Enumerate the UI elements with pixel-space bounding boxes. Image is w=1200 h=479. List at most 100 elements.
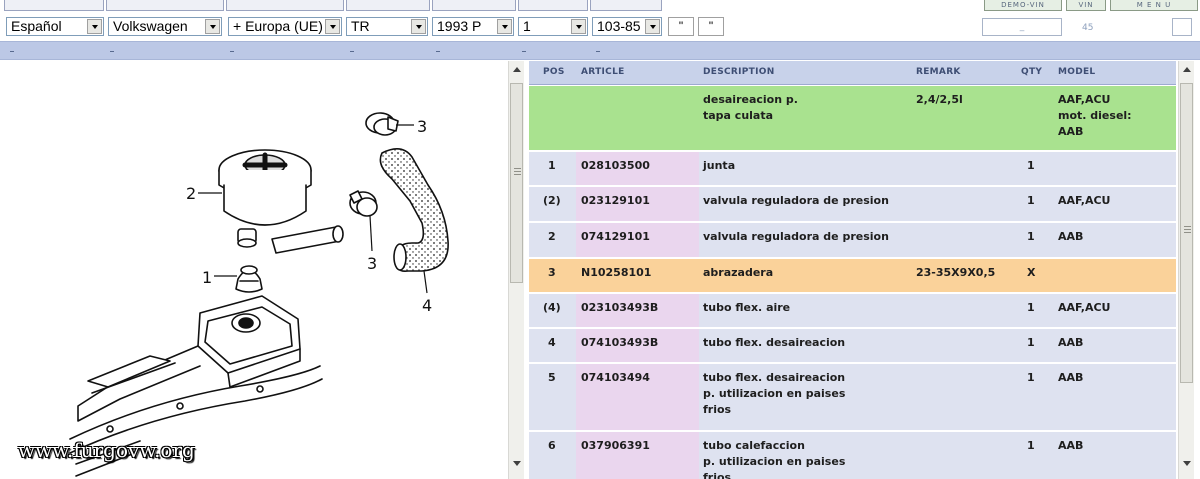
grip-line xyxy=(1184,226,1191,227)
cell-description: abrazadera xyxy=(703,266,774,279)
exploded-view-panel: 2 1 3 3 4 www.furgovw.org xyxy=(0,61,507,479)
table-scrollbar[interactable] xyxy=(1178,61,1194,479)
tab-2[interactable] xyxy=(106,0,224,11)
scroll-down-arrow-icon[interactable] xyxy=(513,461,521,466)
cell-model: AAF,ACU mot. diesel: AAB xyxy=(1058,93,1132,138)
cell-model: AAB xyxy=(1058,336,1084,349)
cell-qty: 1 xyxy=(1027,159,1035,172)
grip-line xyxy=(1184,232,1191,233)
cell-article[interactable]: 023129101 xyxy=(581,193,650,209)
callout-1: 1 xyxy=(202,268,212,287)
grip-line xyxy=(514,168,521,169)
pressure-valve-part xyxy=(218,149,344,254)
header-description[interactable]: DESCRIPTION xyxy=(703,67,775,77)
callout-3: 3 xyxy=(417,117,427,136)
cell-qty: 1 xyxy=(1027,336,1035,349)
tab-3[interactable] xyxy=(226,0,344,11)
chevron-down-icon[interactable] xyxy=(571,19,586,34)
cell-pos: 2 xyxy=(548,230,556,243)
band-tick xyxy=(110,51,114,52)
table-row[interactable]: 1 028103500 junta 1 xyxy=(529,152,1176,186)
search-input[interactable]: _ xyxy=(982,18,1062,36)
grip-line xyxy=(514,171,521,172)
cell-pos: 1 xyxy=(548,159,556,172)
table-row[interactable]: desaireacion p. tapa culata 2,4/2,5l AAF,A… xyxy=(529,86,1176,151)
model-select[interactable]: TR xyxy=(346,17,428,36)
table-row[interactable]: 5 074103494 tubo flex. desaireacion p. uti… xyxy=(529,364,1176,431)
cell-description: junta xyxy=(703,159,736,172)
cell-pos: 5 xyxy=(548,371,556,384)
header-article[interactable]: ARTICLE xyxy=(581,67,625,77)
callout-4: 4 xyxy=(422,296,432,315)
scroll-up-arrow-icon[interactable] xyxy=(1183,67,1191,72)
tab-7[interactable] xyxy=(590,0,662,11)
tab-4[interactable] xyxy=(346,0,430,11)
diagram-scroll-thumb[interactable] xyxy=(510,83,523,283)
tab-1[interactable] xyxy=(4,0,104,11)
header-qty[interactable]: QTY xyxy=(1021,67,1042,77)
cell-article[interactable]: 074103494 xyxy=(581,370,650,386)
header-pos[interactable]: POS xyxy=(543,67,565,77)
scroll-down-arrow-icon[interactable] xyxy=(1183,461,1191,466)
scroll-up-arrow-icon[interactable] xyxy=(513,67,521,72)
subgroup-select[interactable]: 103-85 xyxy=(592,17,662,36)
chevron-down-icon[interactable] xyxy=(411,19,426,34)
table-row[interactable]: 3 N10258101 abrazadera 23-35X9X0,5 X xyxy=(529,259,1176,293)
market-select[interactable]: + Europa (UE) xyxy=(228,17,342,36)
cell-description: valvula reguladora de presion xyxy=(703,230,889,243)
year-select[interactable]: 1993 P xyxy=(432,17,514,36)
callout-2: 2 xyxy=(186,184,196,203)
cell-article[interactable]: 074103493B xyxy=(581,335,658,351)
band-tick xyxy=(10,51,14,52)
page-input[interactable] xyxy=(1172,18,1192,36)
chevron-down-icon[interactable] xyxy=(645,19,660,34)
chevron-down-icon[interactable] xyxy=(87,19,102,34)
site-watermark: www.furgovw.org xyxy=(18,438,195,462)
header-remark[interactable]: REMARK xyxy=(916,67,961,77)
grip-line xyxy=(1184,229,1191,230)
chevron-down-icon[interactable] xyxy=(205,19,220,34)
callout-3-lower: 3 xyxy=(367,254,377,273)
chevron-down-icon[interactable] xyxy=(497,19,512,34)
cell-article[interactable]: 023103493B xyxy=(581,300,658,316)
vin-button[interactable]: VIN xyxy=(1066,0,1106,11)
cell-model: AAF,ACU xyxy=(1058,194,1111,207)
cell-qty: 1 xyxy=(1027,194,1035,207)
cell-qty: X xyxy=(1027,266,1036,279)
cell-description: valvula reguladora de presion xyxy=(703,194,889,207)
cell-description: desaireacion p. tapa culata xyxy=(703,93,798,122)
table-row[interactable]: 4 074103493B tubo flex. desaireacion 1 AAB xyxy=(529,329,1176,363)
cell-pos: (2) xyxy=(543,194,561,207)
diagram-scrollbar[interactable] xyxy=(508,61,524,479)
filter-selector-row: Español Volkswagen + Europa (UE) TR 1993… xyxy=(0,15,1200,40)
cell-article[interactable]: 037906391 xyxy=(581,438,650,454)
cell-article[interactable]: N10258101 xyxy=(581,265,651,281)
table-scroll-thumb[interactable] xyxy=(1180,83,1193,383)
table-row[interactable]: 2 074129101 valvula reguladora de presion 1… xyxy=(529,223,1176,258)
table-header: POS ARTICLE DESCRIPTION REMARK QTY MODEL xyxy=(529,61,1176,85)
tab-5[interactable] xyxy=(432,0,516,11)
header-model[interactable]: MODEL xyxy=(1058,67,1095,77)
cell-article[interactable]: 074129101 xyxy=(581,229,650,245)
exploded-view-diagram: 2 1 3 3 4 xyxy=(69,112,449,477)
main-group-select[interactable]: 1 xyxy=(518,17,588,36)
band-tick xyxy=(230,51,234,52)
cell-article[interactable]: 028103500 xyxy=(581,158,650,174)
cell-model: AAB xyxy=(1058,439,1084,452)
cell-qty: 1 xyxy=(1027,301,1035,314)
cell-description: tubo calefaccion p. utilizacion en paise… xyxy=(703,439,846,479)
tab-6[interactable] xyxy=(518,0,588,11)
table-row[interactable]: (2) 023129101 valvula reguladora de presio… xyxy=(529,187,1176,222)
menu-button[interactable]: M E N U xyxy=(1110,0,1198,11)
table-row[interactable]: (4) 023103493B tubo flex. aire 1 AAF,ACU xyxy=(529,294,1176,328)
demo-vin-button[interactable]: DEMO-VIN xyxy=(984,0,1062,11)
quote-button-1[interactable]: " xyxy=(668,17,694,36)
cell-description: tubo flex. aire xyxy=(703,301,791,314)
table-row[interactable]: 6 037906391 tubo calefaccion p. utilizacio… xyxy=(529,432,1176,479)
language-select[interactable]: Español xyxy=(6,17,104,36)
chevron-down-icon[interactable] xyxy=(325,19,340,34)
cell-description: tubo flex. desaireacion p. utilizacion e… xyxy=(703,371,846,416)
cell-qty: 1 xyxy=(1027,439,1035,452)
quote-button-2[interactable]: " xyxy=(698,17,724,36)
brand-select[interactable]: Volkswagen xyxy=(108,17,222,36)
